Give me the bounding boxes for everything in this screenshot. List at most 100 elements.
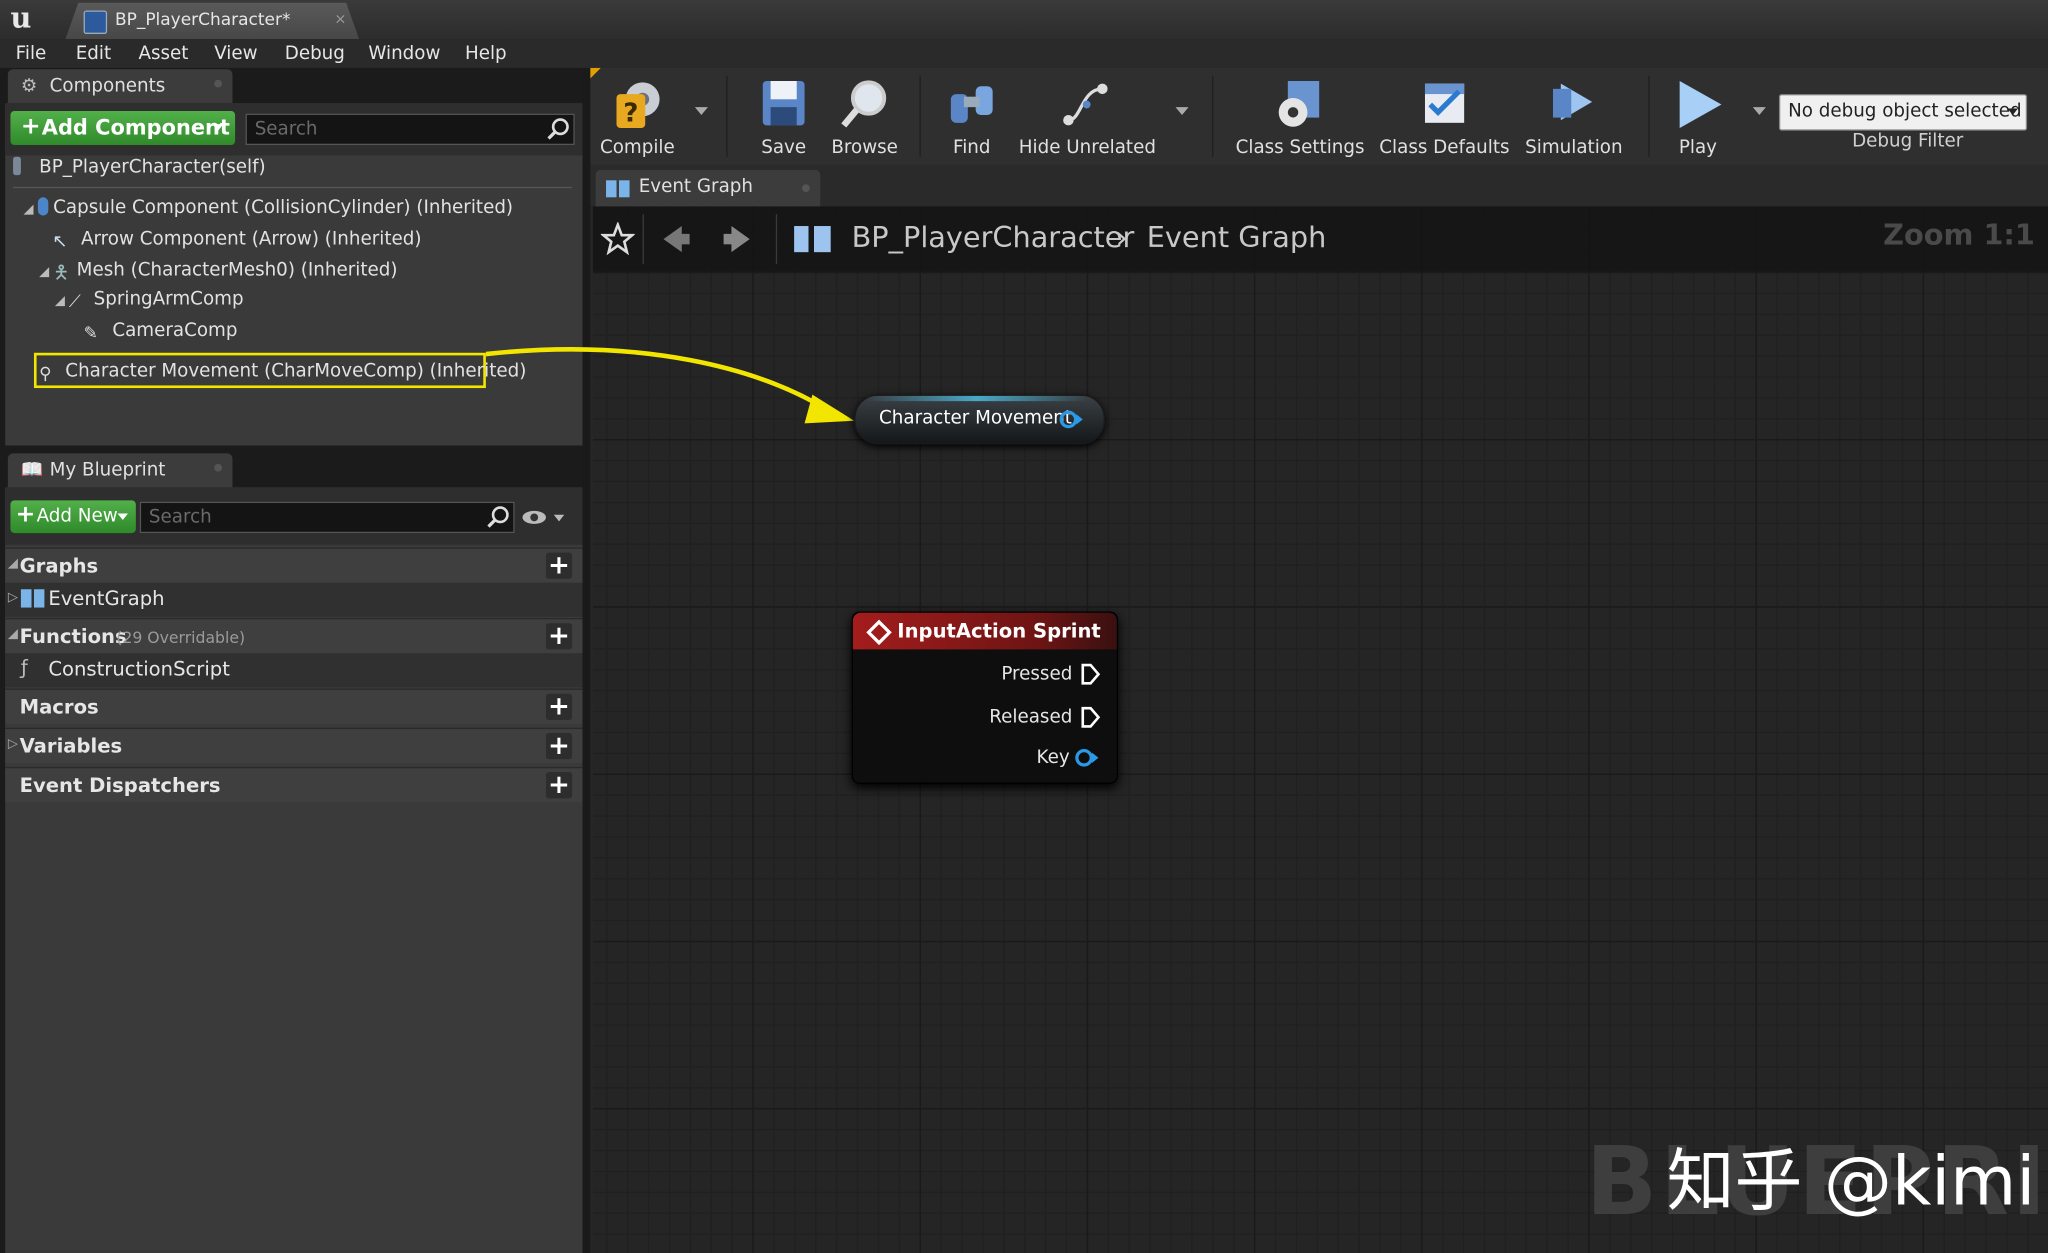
save-button[interactable]: Save (744, 68, 822, 165)
class-settings-button[interactable]: Class Settings (1235, 68, 1365, 165)
section-variables[interactable]: ▷ Variables + (5, 727, 583, 764)
view-options-eye-icon[interactable] (520, 506, 570, 530)
component-arrow[interactable]: ↖ Arrow Component (Arrow) (Inherited) (52, 228, 422, 253)
expand-triangle-icon[interactable]: ◢ (55, 294, 65, 308)
exec-pin-released-icon[interactable] (1080, 706, 1101, 730)
chevron-down-icon (117, 513, 128, 521)
component-character-movement[interactable]: ⚲ Character Movement (CharMoveComp) (Inhe… (39, 361, 526, 385)
list-item-eventgraph[interactable]: ▷ EventGraph (5, 582, 583, 617)
expand-triangle-icon[interactable]: ▷ (8, 591, 18, 605)
character-movement-node[interactable]: Character Movement (854, 394, 1105, 445)
exec-pin-pressed-icon[interactable] (1080, 662, 1101, 686)
hide-unrelated-label: Hide Unrelated (1018, 137, 1156, 159)
add-new-button[interactable]: + Add New (10, 500, 136, 534)
hide-unrelated-dropdown-icon[interactable] (1175, 107, 1189, 115)
blueprint-search-placeholder: Search (148, 506, 212, 528)
collapse-triangle-icon[interactable]: ◢ (8, 557, 18, 571)
component-mesh[interactable]: ◢ 🯅 Mesh (CharacterMesh0) (Inherited) (39, 259, 397, 284)
inputaction-sprint-node[interactable]: InputAction Sprint Pressed Released Key (851, 611, 1119, 784)
search-icon[interactable] (485, 504, 511, 530)
section-event-dispatchers[interactable]: Event Dispatchers + (5, 766, 583, 803)
breadcrumb-root[interactable]: BP_PlayerCharacter (852, 222, 1135, 255)
browse-button[interactable]: Browse (823, 68, 907, 165)
menu-edit[interactable]: Edit (76, 43, 111, 64)
expand-triangle-icon[interactable]: ▷ (8, 737, 18, 751)
play-label: Play (1678, 137, 1718, 159)
forward-arrow-icon[interactable] (721, 222, 755, 256)
key-output-pin-icon[interactable] (1075, 747, 1101, 768)
add-variable-button[interactable]: + (545, 732, 573, 760)
component-arrow-label: Arrow Component (Arrow) (Inherited) (80, 228, 422, 250)
close-tab-icon[interactable]: × (334, 10, 346, 27)
menu-file[interactable]: File (16, 43, 47, 64)
section-functions[interactable]: ◢ Functions (29 Overridable) + (5, 618, 583, 654)
class-settings-gear-icon (1278, 81, 1320, 127)
component-self[interactable]: BP_PlayerCharacter(self) (13, 156, 266, 178)
add-macro-button[interactable]: + (545, 692, 573, 720)
tab-event-graph[interactable]: Event Graph (595, 169, 821, 207)
components-icon: ⚙ (20, 75, 38, 97)
unreal-logo-icon[interactable]: u (4, 1, 38, 35)
list-item-construction-script[interactable]: ƒ ConstructionScript (5, 653, 583, 688)
blueprint-search-input[interactable]: Search (139, 501, 515, 534)
spring-arm-icon: ⟋ (68, 292, 81, 313)
debug-object-select[interactable]: No debug object selected (1778, 94, 2028, 131)
component-capsule[interactable]: ◢ Capsule Component (CollisionCylinder) (… (24, 197, 514, 218)
tab-my-blueprint[interactable]: 📖 My Blueprint (7, 453, 233, 488)
collapse-triangle-icon[interactable]: ◢ (8, 627, 18, 641)
compile-button[interactable]: ? Compile (593, 68, 682, 165)
object-output-pin-icon[interactable] (1059, 409, 1085, 430)
expand-triangle-icon[interactable]: ◢ (24, 203, 34, 217)
zoom-indicator: Zoom 1:1 (1883, 219, 2035, 253)
add-component-button[interactable]: + Add Component (10, 111, 236, 146)
divider (13, 186, 573, 189)
blueprint-icon (83, 10, 108, 34)
compile-label: Compile (599, 137, 675, 159)
menu-help[interactable]: Help (465, 43, 507, 64)
class-settings-label: Class Settings (1235, 137, 1365, 159)
menu-asset[interactable]: Asset (138, 43, 188, 64)
components-search-input[interactable]: Search (245, 113, 575, 146)
class-defaults-button[interactable]: Class Defaults (1379, 68, 1510, 165)
play-button[interactable]: Play (1659, 68, 1737, 165)
class-defaults-label: Class Defaults (1379, 137, 1510, 159)
book-icon: 📖 (20, 459, 44, 481)
expand-triangle-icon[interactable]: ◢ (39, 265, 49, 279)
document-tab[interactable]: BP_PlayerCharacter* × (65, 2, 360, 40)
add-function-button[interactable]: + (545, 622, 573, 650)
menu-bar: File Edit Asset View Debug Window Help (0, 39, 2048, 68)
favorite-star-icon[interactable] (600, 222, 635, 256)
simulation-button[interactable]: Simulation (1523, 68, 1625, 165)
add-event-dispatcher-button[interactable]: + (545, 771, 573, 799)
back-arrow-icon[interactable] (658, 222, 692, 256)
node-highlight (865, 395, 1088, 402)
search-icon[interactable] (545, 116, 571, 142)
find-button[interactable]: Find (935, 68, 1008, 165)
panel-splitter[interactable] (582, 67, 591, 1253)
menu-window[interactable]: Window (368, 43, 440, 64)
section-macros[interactable]: Macros + (5, 688, 583, 724)
tab-close-dot[interactable] (801, 184, 810, 193)
add-graph-button[interactable]: + (545, 551, 573, 579)
play-dropdown-icon[interactable] (1752, 107, 1766, 115)
section-graphs[interactable]: ◢ Graphs + (5, 547, 583, 583)
menu-view[interactable]: View (214, 43, 257, 64)
hide-unrelated-icon (1063, 83, 1108, 126)
character-movement-icon: ⚲ (39, 364, 52, 385)
menu-debug[interactable]: Debug (285, 43, 345, 64)
arrow-icon: ↖ (52, 231, 68, 253)
component-camera[interactable]: ✎ CameraComp (84, 320, 238, 344)
compile-dropdown-icon[interactable] (694, 107, 708, 115)
component-springarm[interactable]: ◢ ⟋ SpringArmComp (55, 289, 244, 313)
tab-components-label: Components (49, 75, 166, 97)
tab-close-dot[interactable] (214, 463, 223, 472)
play-icon (1679, 81, 1722, 129)
hide-unrelated-button[interactable]: Hide Unrelated (1018, 68, 1156, 165)
component-camera-label: CameraComp (112, 320, 238, 342)
chevron-down-icon (212, 124, 224, 131)
capsule-icon (37, 197, 48, 216)
tab-components[interactable]: ⚙ Components (7, 69, 233, 104)
zhihu-watermark: 知乎 @kimi (1666, 1143, 2036, 1222)
simulation-label: Simulation (1525, 137, 1623, 159)
tab-close-dot[interactable] (214, 79, 223, 88)
